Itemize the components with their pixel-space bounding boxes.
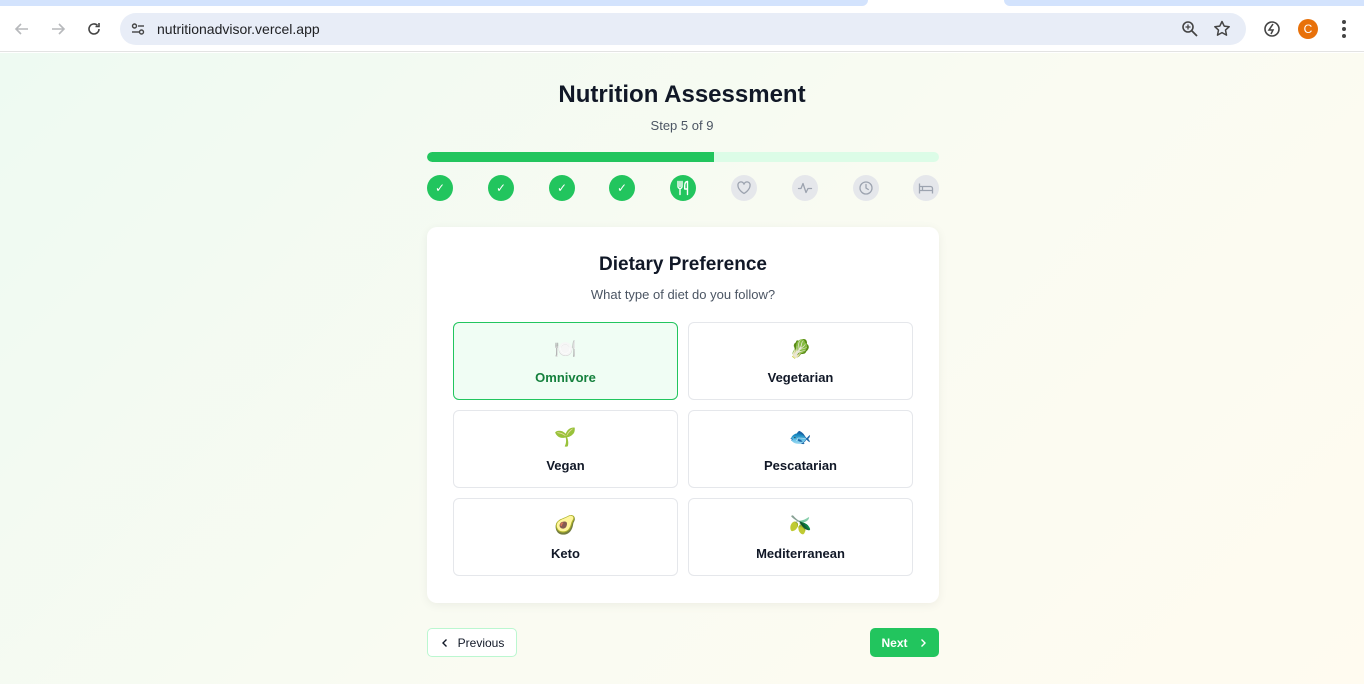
seedling-icon: 🌱: [554, 427, 577, 447]
step-6-pending: [731, 175, 757, 201]
utensils-icon: [677, 180, 689, 196]
check-icon: ✓: [495, 181, 507, 195]
avocado-icon: 🥑: [554, 515, 577, 535]
option-label: Vegetarian: [767, 370, 834, 385]
olive-icon: 🫒: [789, 515, 812, 535]
profile-initial: C: [1303, 22, 1313, 36]
site-settings-icon[interactable]: [130, 21, 146, 37]
option-label: Vegan: [546, 458, 585, 473]
option-label: Pescatarian: [764, 458, 837, 473]
forward-icon[interactable]: [44, 15, 72, 43]
question-card: Dietary Preference What type of diet do …: [427, 227, 939, 603]
option-label: Keto: [551, 546, 580, 561]
step-icons: ✓ ✓ ✓ ✓: [427, 175, 939, 201]
back-icon[interactable]: [8, 15, 36, 43]
page-title: Nutrition Assessment: [558, 81, 806, 108]
address-bar[interactable]: nutritionadvisor.vercel.app: [120, 13, 1246, 45]
option-omnivore[interactable]: 🍽️ Omnivore: [453, 322, 678, 400]
browser-toolbar: nutritionadvisor.vercel.app C: [0, 6, 1364, 52]
step-7-pending: [792, 175, 818, 201]
option-keto[interactable]: 🥑 Keto: [453, 498, 678, 576]
option-label: Mediterranean: [756, 546, 845, 561]
check-icon: ✓: [556, 181, 568, 195]
fish-icon: 🐟: [789, 427, 812, 447]
option-mediterranean[interactable]: 🫒 Mediterranean: [688, 498, 913, 576]
next-button[interactable]: Next: [870, 628, 939, 657]
progress-fill: [427, 152, 714, 162]
bed-icon: [918, 183, 934, 194]
step-3-complete: ✓: [549, 175, 575, 201]
step-4-complete: ✓: [609, 175, 635, 201]
option-label: Omnivore: [535, 370, 596, 385]
question-title: Dietary Preference: [599, 254, 767, 275]
option-vegetarian[interactable]: 🥬 Vegetarian: [688, 322, 913, 400]
step-2-complete: ✓: [488, 175, 514, 201]
check-icon: ✓: [616, 181, 628, 195]
step-5-current: [670, 175, 696, 201]
url-text[interactable]: nutritionadvisor.vercel.app: [157, 21, 320, 37]
step-1-complete: ✓: [427, 175, 453, 201]
plate-icon: 🍽️: [554, 339, 577, 359]
extension-icon[interactable]: [1262, 19, 1282, 39]
option-pescatarian[interactable]: 🐟 Pescatarian: [688, 410, 913, 488]
browser-menu-icon[interactable]: [1334, 19, 1354, 39]
heart-icon: [737, 181, 751, 195]
progress-bar: [427, 152, 939, 162]
option-vegan[interactable]: 🌱 Vegan: [453, 410, 678, 488]
previous-label: Previous: [457, 635, 505, 650]
step-8-pending: [853, 175, 879, 201]
question-subtitle: What type of diet do you follow?: [590, 287, 776, 302]
profile-avatar[interactable]: C: [1298, 19, 1318, 39]
step-9-pending: [913, 175, 939, 201]
page-content: Nutrition Assessment Step 5 of 9 ✓ ✓ ✓ ✓: [0, 53, 1364, 684]
bookmark-star-icon[interactable]: [1212, 19, 1232, 39]
leafy-green-icon: 🥬: [789, 339, 812, 359]
reload-icon[interactable]: [80, 15, 108, 43]
clock-icon: [859, 181, 873, 195]
activity-icon: [797, 182, 813, 194]
step-indicator: Step 5 of 9: [650, 118, 714, 133]
chevron-right-icon: [920, 638, 926, 647]
check-icon: ✓: [434, 181, 446, 195]
zoom-icon[interactable]: [1180, 19, 1200, 39]
next-label: Next: [881, 635, 908, 650]
chevron-left-icon: [441, 638, 447, 647]
previous-button[interactable]: Previous: [427, 628, 517, 657]
